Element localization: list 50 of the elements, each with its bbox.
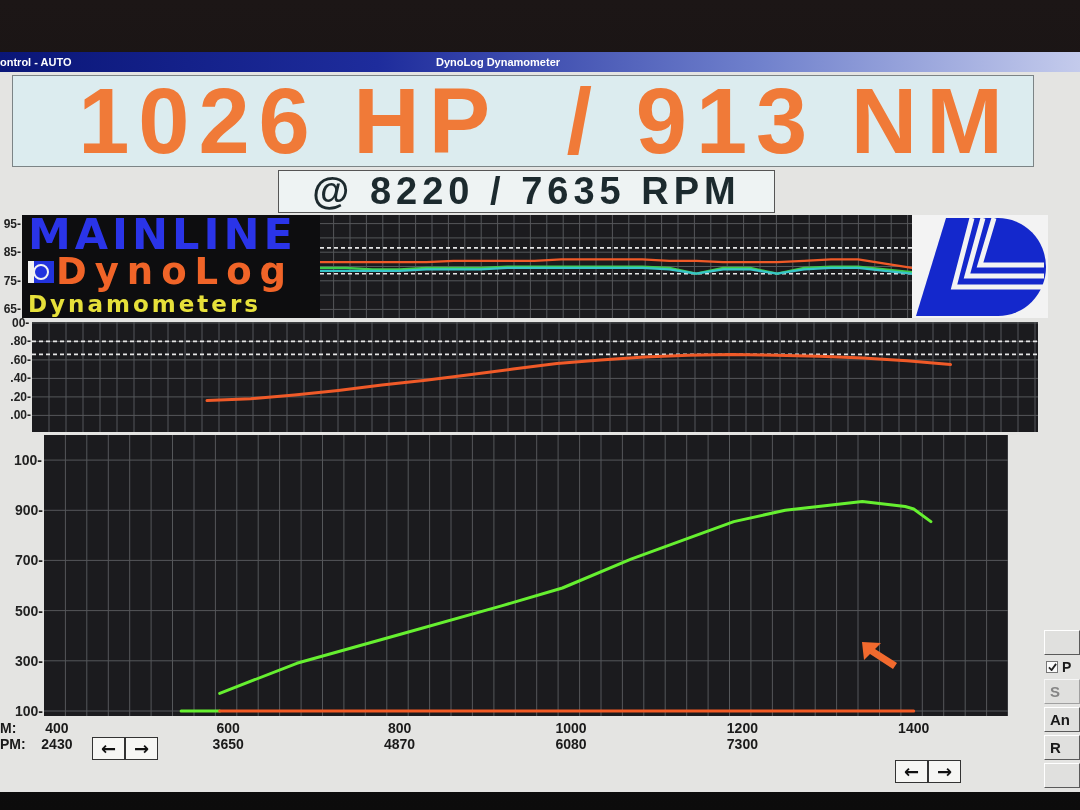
axis-tick-label: 1400	[898, 720, 930, 736]
logo-product-name: DynoLog	[56, 253, 295, 291]
axis-tick-label: 100-	[14, 452, 43, 468]
power-torque-readout: 1026 HP / 913 NM	[12, 75, 1034, 167]
axis-tick-label: 85-	[3, 245, 21, 259]
scroll-button[interactable]: ←	[895, 760, 928, 783]
axis-caption: PM:	[0, 736, 26, 752]
axis-tick-label: 1200	[726, 720, 758, 736]
axis-tick-label: 400	[45, 720, 69, 736]
axis-tick-label: 75-	[3, 274, 21, 288]
panel-button[interactable]	[1044, 630, 1080, 655]
axis-caption: M:	[0, 720, 17, 736]
scroll-button[interactable]: →	[928, 760, 961, 783]
axis-tick-label: 900-	[14, 502, 43, 518]
axis-tick-label: .80-	[10, 334, 31, 348]
axis-tick-label: 1000	[555, 720, 587, 736]
scroll-button[interactable]: →	[125, 737, 158, 760]
arrow-cursor-icon	[862, 642, 898, 669]
axis-tick-label: 800	[387, 720, 412, 736]
axis-tick-label: 00-	[12, 316, 30, 330]
axis-tick-label: 100-	[14, 703, 43, 719]
logo-tagline: Dynamometers	[28, 291, 261, 318]
line-series	[317, 258, 912, 269]
axis-tick-label: 4870	[384, 736, 416, 752]
axis-tick-label: 500-	[14, 603, 43, 619]
axis-tick-label: .00-	[10, 408, 31, 422]
axis-tick-label: 3650	[212, 736, 244, 752]
scroll-button[interactable]: ←	[92, 737, 125, 760]
axis-tick-label: 600	[216, 720, 240, 736]
panel-button[interactable]	[1044, 763, 1080, 788]
check-icon	[1047, 663, 1057, 671]
panel-button[interactable]: An	[1044, 707, 1080, 732]
axis-tick-label: .40-	[10, 371, 31, 385]
checkbox-label: P	[1062, 659, 1072, 675]
axis-tick-label: 6080	[555, 736, 587, 752]
axis-tick-label: 300-	[14, 653, 43, 669]
axis-tick-label: .20-	[10, 390, 31, 404]
axis-tick-label: .60-	[10, 353, 31, 367]
axis-tick-label: 700-	[14, 552, 43, 568]
panel-button[interactable]: R	[1044, 735, 1080, 760]
logo-wordmark: MAINLINE	[28, 215, 297, 253]
window-title: DynoLog Dynamometer	[435, 55, 561, 69]
control-mode-label: ontrol - AUTO	[0, 55, 72, 69]
disc-tile-icon	[28, 261, 54, 283]
rpm-readout: @ 8220 / 7635 RPM	[278, 170, 775, 213]
axis-tick-label: 2430	[41, 736, 73, 752]
axis-tick-label: 65-	[3, 302, 21, 316]
axis-tick-label: 7300	[726, 736, 758, 752]
axis-tick-label: 95-	[3, 217, 21, 231]
checkbox[interactable]	[1046, 661, 1058, 673]
